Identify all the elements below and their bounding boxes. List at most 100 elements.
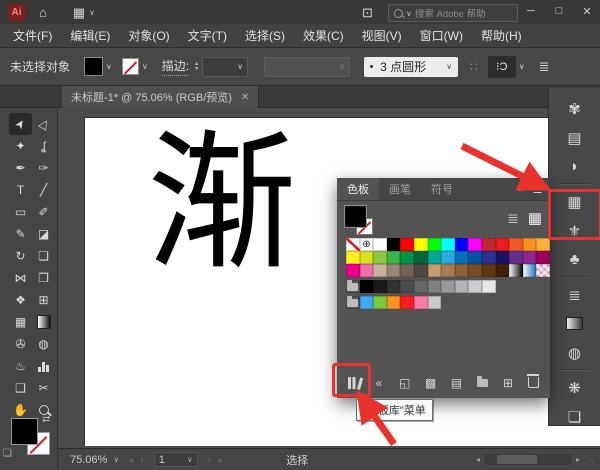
swatch[interactable] <box>523 238 537 251</box>
artboard-text[interactable]: 渐 <box>147 126 297 284</box>
swatch[interactable] <box>387 280 401 293</box>
swatch-pattern[interactable] <box>536 264 550 277</box>
fill-color-indicator[interactable] <box>11 418 38 445</box>
new-swatch-button[interactable]: ⊞ <box>498 374 518 391</box>
stepper-down-icon[interactable]: ▾ <box>195 67 198 72</box>
slice-tool[interactable]: ✂ <box>32 377 55 399</box>
minimize-button[interactable]: ─ <box>518 0 544 22</box>
swatch[interactable] <box>455 238 469 251</box>
gradient-panel-icon[interactable] <box>558 309 592 338</box>
search-input[interactable]: ∨ 搜索 Adobe 帮助 <box>388 4 518 22</box>
selection-tool[interactable]: ➤ <box>9 113 32 135</box>
menu-item-3[interactable]: 文字(T) <box>179 27 236 44</box>
zoom-level[interactable]: 75.06% <box>70 454 107 466</box>
swatch[interactable] <box>387 296 401 309</box>
direct-selection-tool[interactable]: ▷ <box>32 113 55 135</box>
scroll-left-icon[interactable]: ◂ <box>476 455 480 464</box>
menu-item-2[interactable]: 对象(O) <box>119 27 178 44</box>
swatch[interactable] <box>536 251 550 264</box>
swatch[interactable] <box>373 238 387 251</box>
swatch-libraries-panel-icon[interactable]: ◗ <box>558 152 592 181</box>
maximize-button[interactable]: □ <box>546 0 572 22</box>
swatch[interactable] <box>468 251 482 264</box>
swatch[interactable] <box>400 296 414 309</box>
chevron-down-icon[interactable]: ∨ <box>106 62 112 71</box>
swatch[interactable] <box>360 264 374 277</box>
next-last-artboard-icons[interactable]: › » <box>208 455 225 465</box>
pen-tool[interactable]: ✒ <box>9 157 32 179</box>
stroke-color-swatch[interactable] <box>122 58 139 75</box>
collapse-panel-icon[interactable]: » <box>518 183 524 195</box>
swatch[interactable] <box>482 238 496 251</box>
swatch[interactable] <box>455 280 469 293</box>
show-swatch-kinds-button[interactable]: ▩ <box>421 374 441 391</box>
width-tool[interactable]: ⋈ <box>9 267 32 289</box>
arrange-documents-icon[interactable]: ▦ <box>73 6 85 19</box>
swatch[interactable] <box>441 264 455 277</box>
panel-tab-画笔[interactable]: 画笔 <box>379 178 421 200</box>
chevron-down-icon[interactable]: ∨ <box>89 8 95 17</box>
close-button[interactable]: ✕ <box>574 0 600 22</box>
swatch[interactable] <box>455 264 469 277</box>
swatch[interactable] <box>373 251 387 264</box>
chevron-down-icon[interactable]: ∨ <box>142 62 148 71</box>
screen-mode-icon[interactable]: ⊡ <box>362 6 373 19</box>
panel-tab-符号[interactable]: 符号 <box>421 178 463 200</box>
menu-item-6[interactable]: 视图(V) <box>353 27 411 44</box>
swatch[interactable] <box>414 264 428 277</box>
color-group-folder-icon[interactable] <box>346 296 360 309</box>
lasso-tool[interactable]: ʆ <box>32 135 55 157</box>
swatch[interactable] <box>496 238 510 251</box>
scroll-right-icon[interactable]: ▸ <box>576 455 580 464</box>
panel-fill-indicator[interactable] <box>345 206 366 227</box>
swatch[interactable] <box>387 251 401 264</box>
delete-swatch-button[interactable] <box>524 374 544 391</box>
eraser-tool[interactable]: ◪ <box>32 223 55 245</box>
menu-item-1[interactable]: 编辑(E) <box>61 27 119 44</box>
first-prev-artboard-icons[interactable]: « ‹ <box>129 455 146 465</box>
magic-wand-tool[interactable]: ✦ <box>9 135 32 157</box>
swatch[interactable] <box>414 280 428 293</box>
swatch[interactable] <box>428 296 442 309</box>
swatch[interactable] <box>360 251 374 264</box>
swatch[interactable] <box>414 238 428 251</box>
stroke-weight-stepper[interactable]: ▴ ▾ <box>195 62 198 72</box>
symbols-panel-icon[interactable]: ♣ <box>558 245 592 274</box>
swatch[interactable] <box>428 264 442 277</box>
gradient-tool[interactable] <box>32 311 55 333</box>
swatch-registration[interactable]: ⊕ <box>360 238 374 251</box>
swatch[interactable] <box>387 264 401 277</box>
symbol-sprayer-tool[interactable]: ♨ <box>9 355 32 377</box>
swatch[interactable] <box>373 280 387 293</box>
document-tab[interactable]: 未标题-1* @ 75.06% (RGB/预览) ✕ <box>62 86 259 108</box>
swatch[interactable] <box>346 264 360 277</box>
scale-tool[interactable]: ❏ <box>32 245 55 267</box>
swatch[interactable] <box>414 251 428 264</box>
brush-definition-select[interactable]: 3 点圆形 ∨ <box>364 57 458 77</box>
swatch-gradient[interactable] <box>523 264 537 277</box>
list-view-icon[interactable]: ≣ <box>507 210 519 227</box>
menu-item-7[interactable]: 窗口(W) <box>411 27 472 44</box>
swatch[interactable] <box>536 238 550 251</box>
swatch[interactable] <box>468 280 482 293</box>
perspective-grid-tool[interactable]: ⊞ <box>32 289 55 311</box>
panel-menu-icon[interactable]: ≣ <box>532 181 543 197</box>
swatch[interactable] <box>523 251 537 264</box>
eyedropper-tool[interactable]: ✇ <box>9 333 32 355</box>
transparency-panel-icon[interactable]: ◍ <box>558 338 592 367</box>
swatch-none[interactable] <box>346 238 360 251</box>
appearance-panel-icon[interactable]: ❋ <box>558 373 592 402</box>
rotate-tool[interactable]: ↻ <box>9 245 32 267</box>
recolor-artwork-icon[interactable]: ∷ <box>470 60 478 74</box>
panel-tab-色板[interactable]: 色板 <box>337 178 379 200</box>
shape-properties-toggle[interactable]: ⁝Ɔ <box>488 56 516 78</box>
panel-menu-icon[interactable]: ≣ <box>539 59 550 75</box>
swatch[interactable] <box>482 251 496 264</box>
swatch[interactable] <box>509 238 523 251</box>
default-fill-stroke-icon[interactable]: ❏ <box>3 448 12 459</box>
stroke-label[interactable]: 描边: <box>162 57 189 76</box>
menu-item-4[interactable]: 选择(S) <box>236 27 294 44</box>
swatch-options-button[interactable]: ▤ <box>446 374 466 391</box>
chevron-down-icon[interactable]: ∨ <box>519 62 525 71</box>
swatch[interactable] <box>400 264 414 277</box>
